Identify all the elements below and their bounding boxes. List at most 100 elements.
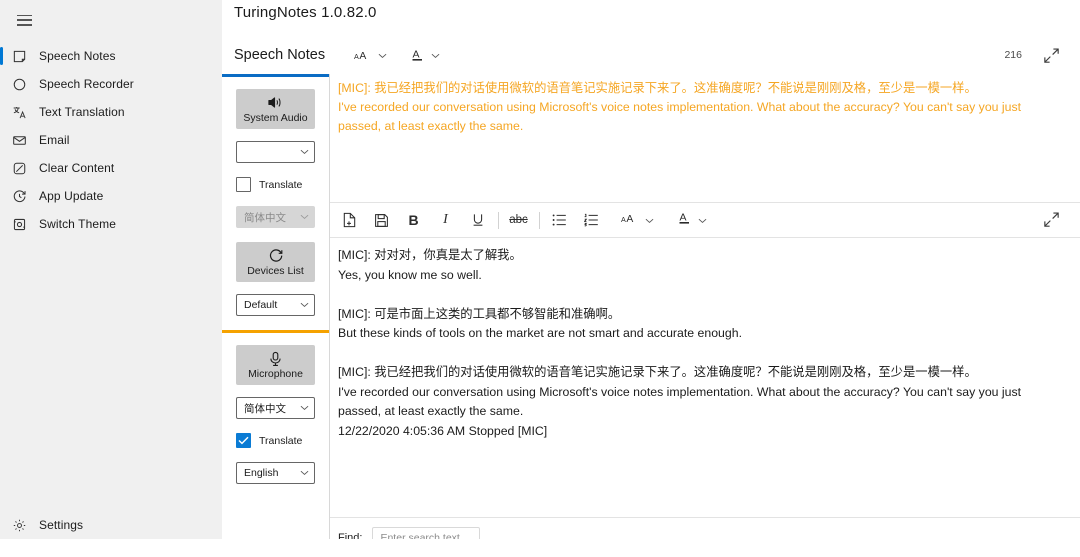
microphone-button[interactable]: Microphone [236,345,315,385]
editor-column: [MIC]: 我已经把我们的对话使用微软的语音笔记实施记录下来了。这准确度呢？不… [330,74,1080,557]
bold-icon[interactable]: B [400,207,427,233]
translate-bottom-language-dropdown[interactable]: English [236,462,315,484]
numbered-list-icon[interactable] [578,207,605,233]
svg-text:A: A [413,49,420,61]
main-content-area: TuringNotes 1.0.82.0 Speech Notes A A A … [222,0,1080,557]
chevron-down-icon [300,149,309,155]
bullet-list-icon[interactable] [546,207,573,233]
sidebar-nav-list: Speech Notes Speech Recorder Text Transl… [0,42,222,238]
sidebar-item-clear-content[interactable]: Clear Content [0,154,222,182]
microphone-language-value: 简体中文 [244,402,286,415]
sidebar-item-label: Text Translation [39,105,125,119]
sidebar-item-settings[interactable]: Settings [0,511,222,539]
character-count: 216 [1004,49,1022,61]
translate-top-label: Translate [259,178,303,191]
application-window: Speech Notes Speech Recorder Text Transl… [0,0,1080,557]
translate-top-language-dropdown[interactable]: 简体中文 [236,206,315,228]
sidebar-item-label: Clear Content [39,161,115,175]
navigation-sidebar: Speech Notes Speech Recorder Text Transl… [0,0,222,557]
sidebar-item-speech-notes[interactable]: Speech Notes [0,42,222,70]
sidebar-item-text-translation[interactable]: Text Translation [0,98,222,126]
sidebar-item-email[interactable]: Email [0,126,222,154]
chevron-down-icon [300,302,309,308]
devices-list-button[interactable]: Devices List [236,242,315,282]
strikethrough-label: abc [509,214,528,226]
translate-icon [11,104,28,121]
save-icon[interactable] [368,207,395,233]
microphone-panel: Microphone 简体中文 Translate English [222,333,329,498]
hamburger-menu-icon[interactable] [0,2,48,38]
translate-top-checkbox[interactable] [236,177,251,192]
translate-bottom-label: Translate [259,434,303,447]
devices-list-label: Devices List [247,264,304,277]
sidebar-item-label: Settings [39,518,84,532]
sidebar-item-label: Email [39,133,70,147]
new-document-icon[interactable] [336,207,363,233]
speaker-icon [267,95,284,111]
circle-icon [11,76,28,93]
sidebar-item-label: Switch Theme [39,217,117,231]
control-column: System Audio Translate 简体中文 Devices List… [222,74,330,557]
sidebar-item-label: Speech Notes [39,49,116,63]
system-audio-panel: System Audio Translate 简体中文 Devices List… [222,77,329,330]
translate-bottom-checkbox[interactable] [236,433,251,448]
chevron-down-icon [378,46,387,64]
title-bar: TuringNotes 1.0.82.0 [222,0,1080,36]
microphone-label: Microphone [248,367,303,380]
gear-icon [11,517,28,534]
sidebar-item-label: App Update [39,189,104,203]
note-icon [11,48,28,65]
system-audio-device-dropdown[interactable] [236,141,315,163]
expand-diagonal-icon[interactable] [1042,46,1062,66]
chevron-down-icon [698,211,707,229]
chevron-down-icon [300,214,309,220]
system-audio-button[interactable]: System Audio [236,89,315,129]
theme-icon [11,216,28,233]
svg-text:A: A [626,214,633,225]
font-color-icon: A [411,47,425,63]
devices-dropdown[interactable]: Default [236,294,315,316]
eraser-icon [11,160,28,177]
section-tab-bar: Speech Notes A A A 216 [222,36,1080,74]
strikethrough-icon[interactable]: abc [505,207,532,233]
svg-text:A: A [354,52,359,61]
refresh-icon [268,248,284,264]
font-color-icon: A [678,210,692,231]
transcript-preview-pane[interactable]: [MIC]: 我已经把我们的对话使用微软的语音笔记实施记录下来了。这准确度呢？不… [330,74,1080,202]
chevron-down-icon [300,470,309,476]
font-color-dropdown[interactable]: A [408,42,443,68]
translate-top-language-value: 简体中文 [244,211,286,224]
toolbar-divider [498,211,499,229]
format-toolbar: B I abc A A A [330,202,1080,238]
translate-bottom-checkbox-row[interactable]: Translate [236,433,315,448]
notes-editor-text: [MIC]: 对对对，你真是太了解我。 Yes, you know me so … [338,248,1022,438]
bottom-strip [0,539,1080,557]
toolbar-font-size-dropdown[interactable]: A A [618,207,657,233]
tab-speech-notes[interactable]: Speech Notes [234,47,325,63]
sidebar-item-app-update[interactable]: App Update [0,182,222,210]
transcript-preview-text: [MIC]: 我已经把我们的对话使用微软的语音笔记实施记录下来了。这准确度呢？不… [338,81,1022,133]
expand-diagonal-icon[interactable] [1042,210,1062,230]
svg-text:A: A [359,51,366,62]
toolbar-font-color-dropdown[interactable]: A [675,207,710,233]
italic-icon[interactable]: I [432,207,459,233]
sidebar-item-label: Speech Recorder [39,77,134,91]
devices-dropdown-value: Default [244,299,278,311]
sidebar-item-speech-recorder[interactable]: Speech Recorder [0,70,222,98]
chevron-down-icon [300,405,309,411]
system-audio-label: System Audio [243,111,308,124]
svg-text:A: A [680,211,687,223]
microphone-language-dropdown[interactable]: 简体中文 [236,397,315,419]
font-size-icon: A A [354,48,372,62]
sidebar-item-switch-theme[interactable]: Switch Theme [0,210,222,238]
body-row: System Audio Translate 简体中文 Devices List… [222,74,1080,557]
chevron-down-icon [645,211,654,229]
notes-editor-pane[interactable]: [MIC]: 对对对，你真是太了解我。 Yes, you know me so … [330,238,1080,517]
font-size-dropdown[interactable]: A A [351,42,390,68]
translate-top-checkbox-row[interactable]: Translate [236,177,315,192]
hamburger-bars [16,14,32,26]
underline-icon[interactable] [464,207,491,233]
refresh-clock-icon [11,188,28,205]
font-size-icon: A A [621,211,639,230]
